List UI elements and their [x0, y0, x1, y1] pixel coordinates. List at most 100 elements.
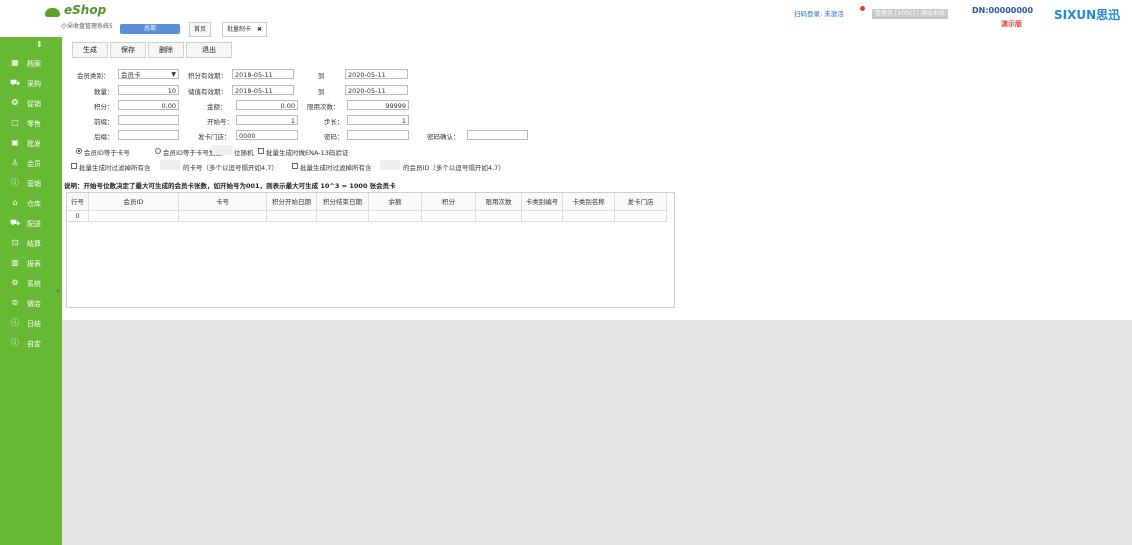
column-header[interactable]: 限用次数	[476, 193, 522, 211]
table-cell[interactable]	[179, 211, 267, 222]
filter-member-checkbox[interactable]	[292, 163, 298, 169]
sidebar-item-promotion[interactable]: ❂ 促销	[0, 94, 62, 114]
column-header[interactable]: 积分开始日期	[267, 193, 317, 211]
sidebar-item-marketing[interactable]: ⓘ 营销	[0, 174, 62, 194]
table-cell[interactable]	[89, 211, 179, 222]
issue-store-input[interactable]: 0000	[236, 130, 298, 140]
wholesale-icon: ▣	[11, 138, 19, 147]
sidebar-item-warehouse[interactable]: ⌂ 仓库	[0, 194, 62, 214]
table-cell[interactable]	[476, 211, 522, 222]
sidebar-item-report[interactable]: ▥ 报表	[0, 254, 62, 274]
column-header[interactable]: 发卡门店	[615, 193, 667, 211]
stored-valid-from[interactable]: 2018-05-11	[232, 85, 294, 95]
microstore-icon: ⊜	[11, 298, 19, 307]
points-input[interactable]: 0.00	[118, 100, 179, 110]
logo-subtitle: 小朵收盘管理系统5	[61, 23, 113, 30]
limit-input[interactable]: 99999	[347, 100, 409, 110]
logo-title: eShop	[64, 3, 107, 17]
settlement-icon: ⊡	[11, 238, 19, 247]
table-cell[interactable]	[267, 211, 317, 222]
random-digits-label: 位随机	[234, 149, 254, 157]
sidebar-item-custom[interactable]: ⓘ 自定	[0, 334, 62, 354]
filter-card-checkbox[interactable]	[71, 163, 77, 169]
ena-checkbox[interactable]	[258, 148, 264, 154]
column-header[interactable]: 行号	[67, 193, 89, 211]
sidebar-item-retail[interactable]: ▢ 零售	[0, 114, 62, 134]
column-header[interactable]: 积分	[422, 193, 476, 211]
filter-member-label: 批量生成时过滤掉所有含	[300, 164, 372, 172]
column-header[interactable]: 会员ID	[89, 193, 179, 211]
pin-icon[interactable]: ⬇	[36, 40, 43, 49]
tab-home[interactable]: 首页	[189, 22, 212, 37]
limit-label: 限用次数：	[307, 103, 340, 111]
qty-input[interactable]: 10	[118, 85, 179, 95]
sidebar-item-system[interactable]: ⚙ 系统	[0, 274, 62, 294]
column-header[interactable]: 卡类别名称	[563, 193, 615, 211]
table-cell[interactable]	[422, 211, 476, 222]
column-header[interactable]: 积分结束日期	[317, 193, 369, 211]
password-confirm-input[interactable]	[467, 130, 528, 140]
generate-button[interactable]: 生成	[72, 42, 108, 58]
tab-batch-card-label: 批量制卡	[227, 26, 252, 33]
demo-badge: 演示版	[1001, 20, 1022, 28]
collapse-sidebar-icon[interactable]: «	[56, 287, 60, 295]
close-icon[interactable]: ✖	[257, 26, 262, 33]
sidebar-item-label: 促销	[27, 100, 41, 108]
scan-login-link[interactable]: 扫码登录: 未激活	[794, 8, 844, 18]
sidebar-item-label: 结算	[27, 240, 41, 248]
filter-card-hint: 的卡号（多个以逗号隔开如4,7）	[183, 164, 278, 172]
sidebar-item-member[interactable]: ♙ 会员	[0, 154, 62, 174]
delete-button[interactable]: 删除	[148, 42, 184, 58]
sidebar-item-wholesale[interactable]: ▣ 批发	[0, 134, 62, 154]
sidebar-item-label: 会员	[27, 160, 41, 168]
dn-number: DN:00000000	[972, 6, 1034, 15]
column-header[interactable]: 卡号	[179, 193, 267, 211]
points-valid-to-label: 到	[318, 72, 325, 80]
table-cell[interactable]	[522, 211, 563, 222]
stored-valid-to[interactable]: 2020-05-11	[345, 85, 408, 95]
retail-icon: ▢	[11, 118, 19, 127]
step-input[interactable]: 1	[347, 115, 409, 125]
sidebar-item-archive[interactable]: ▦ 档案	[0, 54, 62, 74]
table-cell[interactable]: 0	[67, 211, 89, 222]
sidebar-item-label: 批发	[27, 140, 41, 148]
radio-id-plus-random[interactable]	[155, 148, 161, 154]
column-header[interactable]: 卡类别编号	[522, 193, 563, 211]
table-cell[interactable]	[563, 211, 615, 222]
points-valid-from[interactable]: 2018-05-11	[232, 69, 294, 79]
store-selector[interactable]: 总部	[120, 24, 180, 34]
radio-id-equals-card[interactable]	[76, 148, 82, 154]
random-digits-input[interactable]	[212, 145, 232, 155]
main-content: 生成 保存 删除 退出 会员类别： 会员卡 ▼ 数量： 10 积分： 0.00 …	[62, 37, 1132, 320]
save-button[interactable]: 保存	[110, 42, 146, 58]
user-bar[interactable]: 管理员 [1001] | 退出系统	[872, 9, 948, 19]
filter-member-input[interactable]	[380, 160, 400, 170]
sidebar-item-label: 配送	[27, 220, 41, 228]
sidebar-item-microstore[interactable]: ⊜ 微店	[0, 294, 62, 314]
member-icon: ♙	[11, 158, 19, 167]
password-input[interactable]	[347, 130, 409, 140]
exit-button[interactable]: 退出	[186, 42, 232, 58]
prefix-input[interactable]	[118, 115, 179, 125]
start-no-input[interactable]: 1	[236, 115, 298, 125]
table-cell[interactable]	[317, 211, 369, 222]
sidebar-item-purchase[interactable]: ⛟ 采购	[0, 74, 62, 94]
table-cell[interactable]	[615, 211, 667, 222]
table-cell[interactable]	[369, 211, 422, 222]
points-valid-to[interactable]: 2020-05-11	[345, 69, 408, 79]
sidebar-item-daily-close[interactable]: ⓘ 日结	[0, 314, 62, 334]
suffix-label: 后缀：	[94, 133, 114, 141]
column-header[interactable]: 余额	[369, 193, 422, 211]
tab-batch-card[interactable]: 批量制卡 ✖	[222, 22, 267, 37]
filter-member-hint: 的会员ID（多个以逗号隔开如4,7）	[403, 164, 505, 172]
sidebar-item-settlement[interactable]: ⊡ 结算	[0, 234, 62, 254]
step-label: 步长：	[324, 118, 344, 126]
member-type-select[interactable]: 会员卡 ▼	[118, 69, 179, 79]
sidebar-item-distribution[interactable]: ⛟ 配送	[0, 214, 62, 234]
filter-card-input[interactable]	[160, 160, 180, 170]
amount-input[interactable]: 0.00	[236, 100, 298, 110]
sidebar-item-label: 营销	[27, 180, 41, 188]
card-grid: 行号 0 会员ID 卡号 积分开始日期 积分结束日期 余额 积分 限用次数 卡类别编号 卡类别名称发…	[66, 192, 675, 308]
suffix-input[interactable]	[118, 130, 179, 140]
sidebar-item-label: 自定	[27, 340, 41, 348]
